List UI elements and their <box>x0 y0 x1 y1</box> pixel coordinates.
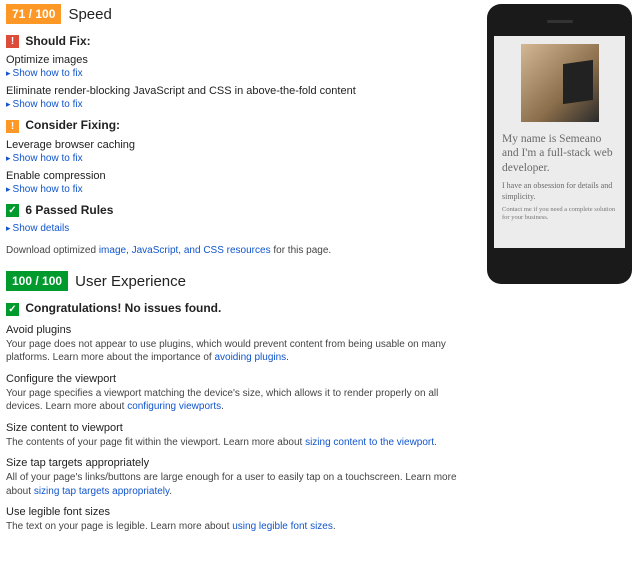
show-how-link[interactable]: Show how to fix <box>6 68 476 79</box>
show-how-link[interactable]: Show how to fix <box>6 99 476 110</box>
rule-title: Enable compression <box>6 170 476 182</box>
rule-title: Eliminate render-blocking JavaScript and… <box>6 85 476 97</box>
preview-sub: I have an obsession for details and simp… <box>502 181 617 202</box>
passed-rules-header: ✓ 6 Passed Rules <box>6 203 476 217</box>
should-fix-title: Should Fix: <box>25 34 90 48</box>
speed-section-header: 71 / 100 Speed <box>6 4 476 24</box>
phone-screen: My name is Semeano and I'm a full-stack … <box>494 36 625 248</box>
rule-title: Leverage browser caching <box>6 139 476 151</box>
ux-score-badge: 100 / 100 <box>6 271 68 291</box>
ux-title: User Experience <box>75 273 186 290</box>
learn-more-link[interactable]: configuring viewports <box>127 401 221 412</box>
download-resources-link[interactable]: image, JavaScript, and CSS resources <box>99 245 271 256</box>
alert-icon: ! <box>6 120 19 133</box>
show-how-link[interactable]: Show how to fix <box>6 184 476 195</box>
congrats-header: ✓ Congratulations! No issues found. <box>6 301 476 315</box>
ux-rule-desc: All of your page's links/buttons are lar… <box>6 471 476 498</box>
ux-section-header: 100 / 100 User Experience <box>6 271 476 291</box>
check-icon: ✓ <box>6 204 19 217</box>
consider-fixing-title: Consider Fixing: <box>25 118 120 132</box>
passed-rules-title: 6 Passed Rules <box>25 203 113 217</box>
speed-score-badge: 71 / 100 <box>6 4 61 24</box>
alert-icon: ! <box>6 35 19 48</box>
show-how-link[interactable]: Show how to fix <box>6 153 476 164</box>
congrats-title: Congratulations! No issues found. <box>25 301 221 315</box>
ux-rule-desc: Your page specifies a viewport matching … <box>6 387 476 414</box>
speed-title: Speed <box>68 6 111 23</box>
should-fix-header: ! Should Fix: <box>6 34 476 48</box>
download-line: Download optimized image, JavaScript, an… <box>6 244 476 258</box>
ux-rule-desc: Your page does not appear to use plugins… <box>6 338 476 365</box>
learn-more-link[interactable]: using legible font sizes <box>232 521 333 532</box>
learn-more-link[interactable]: sizing tap targets appropriately <box>34 486 169 497</box>
show-details-link[interactable]: Show details <box>6 223 476 234</box>
ux-rule-title: Size tap targets appropriately <box>6 457 476 469</box>
rule-title: Optimize images <box>6 54 476 66</box>
phone-speaker <box>547 20 573 23</box>
ux-rule-title: Configure the viewport <box>6 373 476 385</box>
ux-rule-title: Use legible font sizes <box>6 506 476 518</box>
learn-more-link[interactable]: sizing content to the viewport <box>305 437 434 448</box>
ux-rule-desc: The contents of your page fit within the… <box>6 436 476 450</box>
ux-rule-desc: The text on your page is legible. Learn … <box>6 520 476 534</box>
consider-fixing-header: ! Consider Fixing: <box>6 118 476 132</box>
learn-more-link[interactable]: avoiding plugins <box>214 352 286 363</box>
preview-photo <box>521 44 599 122</box>
preview-headline: My name is Semeano and I'm a full-stack … <box>502 132 617 175</box>
ux-rule-title: Avoid plugins <box>6 324 476 336</box>
device-preview: My name is Semeano and I'm a full-stack … <box>487 4 632 284</box>
ux-rule-title: Size content to viewport <box>6 422 476 434</box>
check-icon: ✓ <box>6 303 19 316</box>
preview-contact: Contact me if you need a complete soluti… <box>502 206 617 222</box>
